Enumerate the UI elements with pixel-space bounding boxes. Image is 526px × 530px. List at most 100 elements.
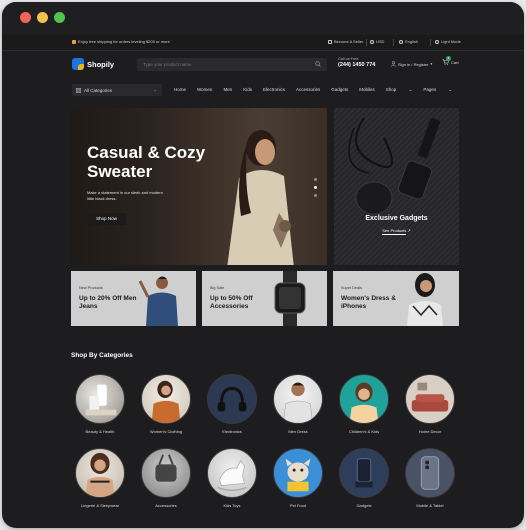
category-image xyxy=(207,448,257,498)
hero-title: Casual & Cozy Sweater xyxy=(87,143,206,181)
hero-subtitle: Make a statement in our sleek and modern… xyxy=(87,190,163,201)
category-home-decor[interactable]: Home Decor xyxy=(400,374,460,434)
slider-dot[interactable] xyxy=(314,194,317,197)
toy-horse-image xyxy=(217,459,247,491)
search-icon[interactable] xyxy=(315,61,321,67)
nav-menu: Home Women Men Kids Electronics Accessor… xyxy=(174,87,463,93)
category-image xyxy=(273,448,323,498)
maximize-window-button[interactable] xyxy=(54,12,65,23)
shipping-promo: Enjoy free shipping for orders leveling … xyxy=(72,39,170,44)
gadgets-image xyxy=(348,117,440,215)
globe-icon xyxy=(399,39,403,44)
lightbulb-icon xyxy=(435,39,439,44)
nav-item-women[interactable]: Women xyxy=(197,87,212,93)
category-kids-toys[interactable]: Kids Toys xyxy=(202,448,262,508)
hero-banner: Casual & Cozy Sweater Make a statement i… xyxy=(71,108,327,265)
nav-item-pages[interactable]: Pages ⌄ xyxy=(423,87,452,93)
category-image xyxy=(141,448,191,498)
woman-model-image xyxy=(407,273,443,326)
top-bar: Enjoy free shipping for orders leveling … xyxy=(2,35,524,51)
see-products-link[interactable]: See Products ↗ xyxy=(334,228,459,235)
accessories-image xyxy=(155,454,177,482)
category-men-dress[interactable]: Men Dress xyxy=(268,374,328,434)
category-image xyxy=(141,374,191,424)
become-seller-link[interactable]: Become A Seller xyxy=(328,39,363,44)
section-title: Shop By Categories xyxy=(71,352,133,359)
grid-icon xyxy=(76,87,81,93)
browser-window: Enjoy free shipping for orders leveling … xyxy=(2,2,524,528)
category-mobile-tablet[interactable]: Mobile & Tablet xyxy=(400,448,460,508)
category-gadgets[interactable]: Gadgets xyxy=(334,448,394,508)
shop-now-button[interactable]: Shop Now xyxy=(87,213,126,225)
headphones-image xyxy=(217,386,247,412)
phone-image xyxy=(420,456,440,490)
nav-item-kids[interactable]: Kids xyxy=(243,87,252,93)
category-image xyxy=(405,374,455,424)
divider xyxy=(366,39,367,46)
category-lingerie-sleepwear[interactable]: Lingerie & Sleepwear xyxy=(70,448,130,508)
chevron-down-icon: ⌄ xyxy=(153,87,157,92)
category-image xyxy=(273,374,323,424)
truck-icon xyxy=(72,39,76,44)
category-womens-clothing[interactable]: Women's Clothing xyxy=(136,374,196,434)
minimize-window-button[interactable] xyxy=(37,12,48,23)
slider-dot[interactable] xyxy=(314,178,317,181)
all-categories-dropdown[interactable]: All Categories ⌄ xyxy=(72,84,162,96)
user-icon xyxy=(391,61,396,67)
category-pet-food[interactable]: Pet Food xyxy=(268,448,328,508)
category-electronics[interactable]: Electronics xyxy=(202,374,262,434)
category-image xyxy=(75,374,125,424)
account-link[interactable]: Sign in / Register ▾ xyxy=(391,61,432,67)
man-dress-image xyxy=(283,382,313,423)
dog-image xyxy=(285,458,311,492)
search-input[interactable] xyxy=(143,61,303,68)
cart-count-badge: 1 xyxy=(446,56,451,61)
search-bar xyxy=(137,58,327,71)
nav-item-mobiles[interactable]: Mobiles xyxy=(359,87,375,93)
woman-clothing-image xyxy=(151,380,181,423)
window-titlebar xyxy=(2,2,524,34)
promo-banner-womens-dress[interactable]: Super Deals Women's Dress & iPhones xyxy=(333,271,459,326)
cart-button[interactable]: 1 Cart xyxy=(442,56,459,66)
gadgets-image xyxy=(355,458,373,488)
promo-banner-accessories[interactable]: Big Sale Up to 50% Off Accessories xyxy=(202,271,327,326)
phone-contact: Call us Free (244) 1450 774 xyxy=(338,57,376,68)
close-window-button[interactable] xyxy=(20,12,31,23)
nav-item-men[interactable]: Men xyxy=(223,87,232,93)
site-header: Shopily Call us Free (244) 1450 774 Sign… xyxy=(2,52,524,78)
category-image xyxy=(339,448,389,498)
nav-item-electronics[interactable]: Electronics xyxy=(263,87,285,93)
hero-model-image xyxy=(227,130,294,265)
category-image xyxy=(405,448,455,498)
chevron-down-icon: ▾ xyxy=(430,62,433,66)
kid-image xyxy=(349,382,379,423)
lingerie-image xyxy=(85,452,115,497)
category-childrens-kids[interactable]: Children's & Kids xyxy=(334,374,394,434)
promo-title: Exclusive Gadgets xyxy=(365,215,428,222)
exclusive-gadgets-promo[interactable]: Exclusive Gadgets See Products ↗ xyxy=(334,108,459,265)
category-image xyxy=(339,374,389,424)
main-nav: All Categories ⌄ Home Women Men Kids Ele… xyxy=(2,82,524,99)
nav-item-home[interactable]: Home xyxy=(174,87,186,93)
divider xyxy=(430,39,431,46)
category-image xyxy=(75,448,125,498)
currency-select[interactable]: USD xyxy=(370,39,384,44)
home-decor-image xyxy=(411,382,449,412)
logo-icon xyxy=(72,58,84,70)
slider-dot-active[interactable] xyxy=(314,186,317,189)
slider-dots xyxy=(314,178,317,202)
smartwatch-image xyxy=(274,271,306,326)
language-select[interactable]: English xyxy=(399,39,418,44)
store-icon xyxy=(328,39,332,44)
man-model-image xyxy=(138,276,178,326)
logo[interactable]: Shopily xyxy=(72,58,114,70)
category-accessories[interactable]: Accessories xyxy=(136,448,196,508)
nav-item-gadgets[interactable]: Gadgets xyxy=(331,87,348,93)
nav-item-accessories[interactable]: Accessories xyxy=(296,87,320,93)
nav-item-shop[interactable]: Shop ⌄ xyxy=(386,87,413,93)
divider xyxy=(393,39,394,46)
category-beauty-health[interactable]: Beauty & Health xyxy=(70,374,130,434)
theme-toggle[interactable]: Light Mode xyxy=(435,39,461,44)
promo-banner-men-jeans[interactable]: New Products Up to 20% Off Men Jeans xyxy=(71,271,196,326)
category-image xyxy=(207,374,257,424)
